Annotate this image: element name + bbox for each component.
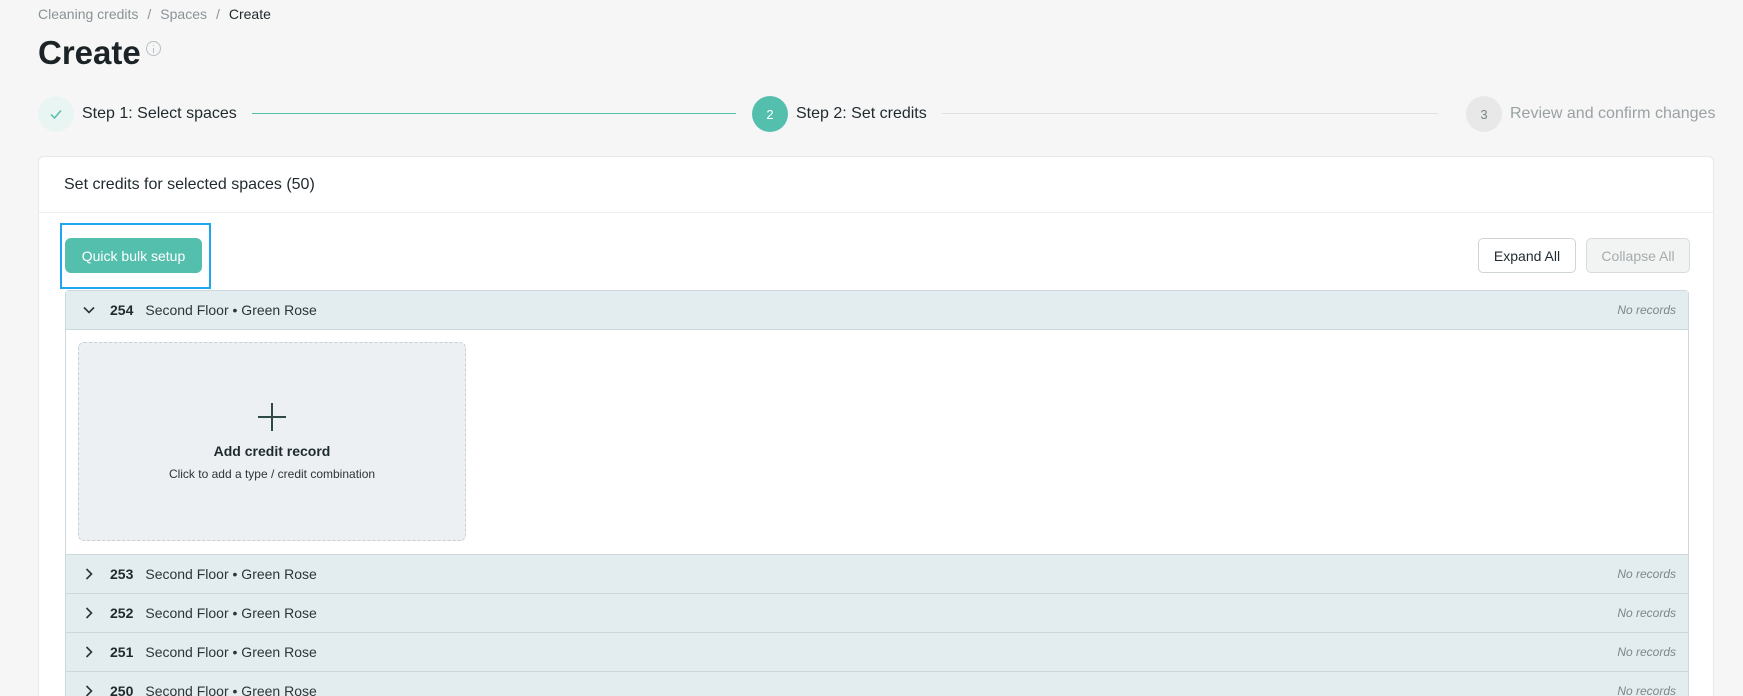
space-row-250[interactable]: 250 Second Floor • Green Rose No records <box>66 672 1688 696</box>
add-credit-title: Add credit record <box>213 442 331 459</box>
step-set-credits[interactable]: 2 Step 2: Set credits <box>752 96 927 132</box>
page-title: Create <box>38 34 141 71</box>
expand-all-button[interactable]: Expand All <box>1478 238 1576 273</box>
record-status: No records <box>1617 567 1676 581</box>
breadcrumb-separator: / <box>147 6 152 22</box>
stepper: Step 1: Select spaces 2 Step 2: Set cred… <box>38 96 1718 132</box>
check-icon <box>50 110 62 120</box>
record-status: No records <box>1617 606 1676 620</box>
record-status: No records <box>1617 684 1676 696</box>
space-name: Second Floor • Green Rose <box>145 605 317 621</box>
space-row-254[interactable]: 254 Second Floor • Green Rose No records <box>66 291 1688 330</box>
record-status: No records <box>1617 303 1676 317</box>
chevron-right-icon[interactable] <box>82 606 96 620</box>
step-circle-done <box>38 96 74 132</box>
step-label: Review and confirm changes <box>1510 105 1716 122</box>
space-number: 253 <box>110 566 134 582</box>
chevron-right-icon[interactable] <box>82 645 96 659</box>
step-connector <box>252 113 736 114</box>
space-number: 252 <box>110 605 134 621</box>
space-row-251[interactable]: 251 Second Floor • Green Rose No records <box>66 633 1688 672</box>
set-credits-card: Set credits for selected spaces (50) Qui… <box>38 156 1714 696</box>
info-icon[interactable] <box>145 41 161 56</box>
space-row-252[interactable]: 252 Second Floor • Green Rose No records <box>66 594 1688 633</box>
step-connector <box>942 113 1438 114</box>
space-number: 250 <box>110 683 134 696</box>
chevron-right-icon[interactable] <box>82 567 96 581</box>
card-title: Set credits for selected spaces (50) <box>39 157 1713 213</box>
breadcrumb-link-cleaning-credits[interactable]: Cleaning credits <box>38 6 138 22</box>
space-number: 254 <box>110 302 134 318</box>
space-name: Second Floor • Green Rose <box>145 683 317 696</box>
space-name: Second Floor • Green Rose <box>145 644 317 660</box>
breadcrumb-link-spaces[interactable]: Spaces <box>160 6 207 22</box>
record-status: No records <box>1617 645 1676 659</box>
space-list: 254 Second Floor • Green Rose No records… <box>65 290 1689 696</box>
breadcrumb-current: Create <box>228 6 271 22</box>
space-number: 251 <box>110 644 134 660</box>
collapse-all-button[interactable]: Collapse All <box>1586 238 1690 273</box>
space-row-253[interactable]: 253 Second Floor • Green Rose No records <box>66 555 1688 594</box>
breadcrumb-separator: / <box>215 6 220 22</box>
space-name: Second Floor • Green Rose <box>145 566 317 582</box>
quick-bulk-setup-button[interactable]: Quick bulk setup <box>65 238 202 273</box>
step-circle-active: 2 <box>752 96 788 132</box>
breadcrumb: Cleaning credits / Spaces / Create <box>38 6 271 22</box>
chevron-down-icon[interactable] <box>82 303 96 317</box>
step-review[interactable]: 3 Review and confirm changes <box>1466 96 1715 132</box>
step-select-spaces[interactable]: Step 1: Select spaces <box>38 96 237 132</box>
plus-icon <box>258 402 286 431</box>
space-name: Second Floor • Green Rose <box>145 302 317 318</box>
add-credit-subtitle: Click to add a type / credit combination <box>168 466 376 481</box>
step-label: Step 1: Select spaces <box>82 105 237 122</box>
add-credit-record-card[interactable]: Add credit record Click to add a type / … <box>78 342 466 541</box>
step-circle-pending: 3 <box>1466 96 1502 132</box>
space-body-254: Add credit record Click to add a type / … <box>66 330 1688 555</box>
page-title-wrapper: Create <box>38 34 161 72</box>
step-label: Step 2: Set credits <box>796 105 927 122</box>
chevron-right-icon[interactable] <box>82 684 96 696</box>
